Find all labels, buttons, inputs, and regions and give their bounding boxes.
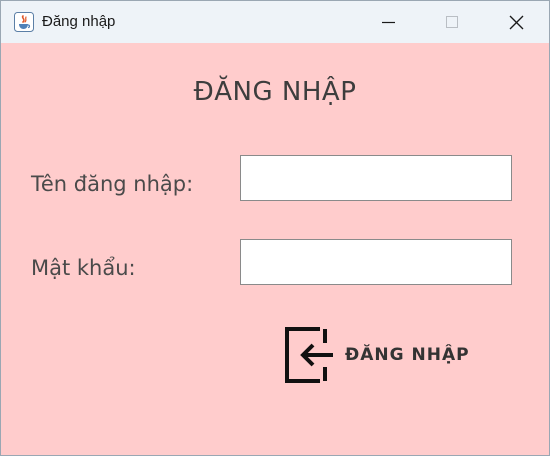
java-icon — [14, 12, 34, 32]
login-arrow-icon — [283, 325, 333, 385]
login-button[interactable]: ĐĂNG NHẬP — [279, 323, 489, 387]
login-panel: ĐĂNG NHẬP Tên đăng nhập: Mật khẩu: ĐĂNG … — [1, 43, 549, 455]
window-title: Đăng nhập — [42, 13, 116, 30]
page-title: ĐĂNG NHẬP — [193, 77, 357, 107]
maximize-button[interactable] — [429, 1, 475, 43]
username-field[interactable] — [240, 155, 512, 201]
title-bar[interactable]: Đăng nhập — [1, 1, 549, 43]
password-field[interactable] — [240, 239, 512, 285]
maximize-icon — [446, 16, 458, 28]
login-button-label: ĐĂNG NHẬP — [345, 345, 470, 365]
login-window: Đăng nhập ĐĂNG NHẬP Tên đăng nhập: Mật k… — [0, 0, 550, 456]
username-label: Tên đăng nhập: — [31, 172, 194, 196]
close-icon — [509, 15, 524, 30]
password-label: Mật khẩu: — [31, 256, 136, 280]
close-button[interactable] — [493, 1, 539, 43]
minimize-icon — [382, 21, 395, 24]
minimize-button[interactable] — [365, 1, 411, 43]
